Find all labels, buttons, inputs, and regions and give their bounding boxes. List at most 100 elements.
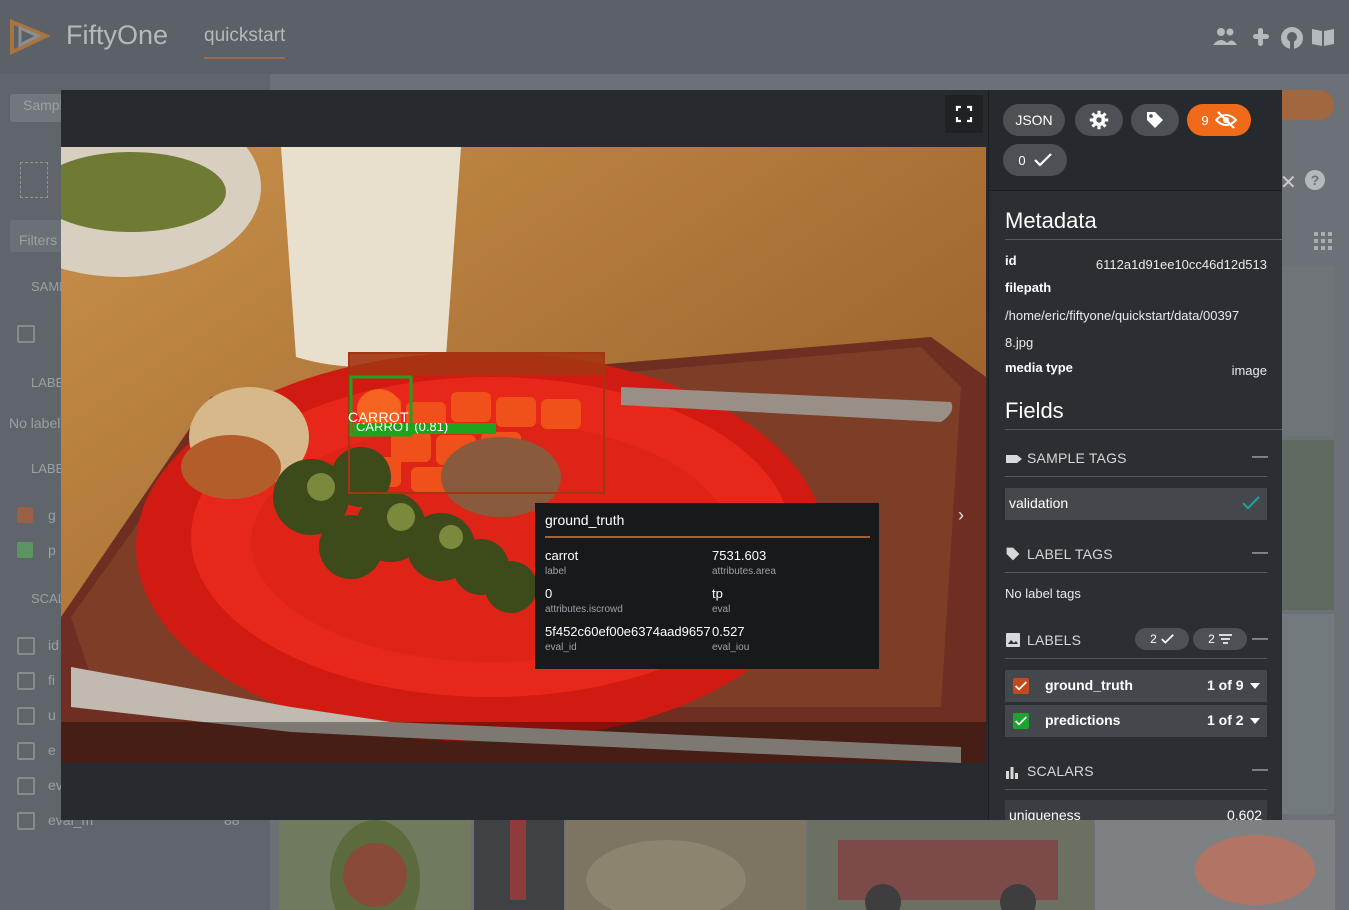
bg-checkbox[interactable] — [17, 812, 35, 830]
hidden-labels-button[interactable]: 9 — [1187, 104, 1251, 136]
bg-checkbox[interactable] — [17, 742, 35, 760]
bg-gt-checkbox[interactable] — [17, 507, 33, 523]
grid-thumbnail[interactable] — [1095, 820, 1335, 910]
bg-row-label: e — [48, 742, 56, 758]
collapse-labels-button[interactable]: — — [1252, 630, 1268, 648]
chevron-down-icon[interactable] — [1250, 718, 1260, 724]
docs-icon[interactable] — [1310, 26, 1336, 48]
bg-label-tags-header: LABE — [31, 375, 65, 390]
scalar-value: 0.602 — [1227, 807, 1263, 820]
sample-tag-label: validation — [1009, 495, 1069, 511]
bg-checkbox[interactable] — [17, 707, 35, 725]
samples-button[interactable]: Sampl — [23, 97, 63, 113]
selected-labels-button[interactable]: 0 — [1003, 144, 1067, 176]
image-icon — [1005, 632, 1021, 648]
next-sample-arrow-icon[interactable]: › — [958, 505, 964, 526]
bg-close-icon[interactable]: ✕ — [1280, 170, 1297, 195]
tooltip-key: attributes.iscrowd — [545, 604, 623, 615]
label-tooltip: ground_truth carrot label 7531.603 attri… — [535, 503, 879, 669]
bg-help-icon[interactable]: ? — [1305, 170, 1325, 190]
hidden-count: 9 — [1201, 112, 1209, 128]
settings-button[interactable] — [1075, 104, 1123, 136]
tooltip-value: tp — [712, 586, 723, 601]
bg-checkbox[interactable] — [17, 637, 35, 655]
bg-row-label: fi — [48, 672, 55, 688]
collapse-scalars-button[interactable]: — — [1252, 761, 1268, 779]
metadata-title: Metadata — [1005, 208, 1097, 233]
collapse-sample-tags-button[interactable]: — — [1252, 448, 1268, 466]
dataset-tab[interactable]: quickstart — [204, 25, 286, 59]
brand-name[interactable]: FiftyOne — [66, 20, 168, 51]
tag-icon — [1147, 112, 1163, 128]
grid-thumbnail[interactable] — [808, 820, 1093, 910]
tooltip-divider — [545, 536, 870, 538]
team-icon[interactable] — [1212, 26, 1238, 48]
metadata-key: media type — [1005, 360, 1073, 375]
fiftyone-logo-icon[interactable] — [8, 14, 52, 58]
divider — [1005, 476, 1267, 477]
tooltip-key: attributes.area — [712, 566, 776, 577]
filters-input[interactable]: Filters — [19, 232, 57, 248]
sample-image-viewer[interactable]: CARROT CARROT (0.81) › ground_truth carr… — [61, 147, 986, 763]
tooltip-title: ground_truth — [545, 512, 625, 528]
bg-row-label: u — [48, 707, 56, 723]
metadata-key: filepath — [1005, 280, 1052, 295]
bg-checkbox[interactable] — [17, 777, 35, 795]
prediction-box-label: CARROT (0.81) — [353, 423, 496, 434]
fields-title: Fields — [1005, 398, 1064, 423]
bg-checkbox[interactable] — [17, 672, 35, 690]
app-header: FiftyOne quickstart — [0, 0, 1349, 74]
labels-filtered-count: 2 — [1208, 632, 1215, 646]
gear-icon — [1089, 110, 1109, 130]
sample-tags-header[interactable]: SAMPLE TAGS — [1027, 450, 1127, 466]
tooltip-value: 0.527 — [712, 624, 745, 639]
label-tags-header[interactable]: LABEL TAGS — [1027, 546, 1113, 562]
divider — [1005, 789, 1267, 790]
divider — [1005, 239, 1282, 240]
labels-selected-count: 2 — [1150, 632, 1157, 646]
scalars-header[interactable]: SCALARS — [1027, 763, 1094, 779]
labels-header[interactable]: LABELS — [1027, 632, 1081, 648]
grid-thumbnail[interactable] — [566, 820, 806, 910]
grid-thumbnail[interactable] — [1282, 440, 1334, 610]
check-icon — [1015, 680, 1027, 692]
collapse-label-tags-button[interactable]: — — [1252, 544, 1268, 562]
slack-icon[interactable] — [1250, 26, 1272, 48]
label-tag-icon — [1005, 546, 1021, 562]
grid-thumbnail[interactable] — [474, 820, 564, 910]
check-icon — [1033, 153, 1052, 167]
sample-modal: CARROT CARROT (0.81) › ground_truth carr… — [61, 90, 1282, 820]
tooltip-key: eval_iou — [712, 642, 750, 653]
json-button[interactable]: JSON — [1003, 104, 1065, 136]
modal-sidebar: JSON 9 0 Metadata id 6112a1d91ee10cc46d1… — [988, 90, 1282, 820]
github-icon[interactable] — [1280, 26, 1304, 50]
bg-scalars-header: SCAL — [31, 591, 65, 606]
bg-pred-checkbox[interactable] — [17, 542, 33, 558]
eye-off-icon — [1214, 111, 1237, 129]
bg-no-label: No label — [9, 415, 61, 431]
label-field-name: ground_truth — [1045, 677, 1133, 693]
fullscreen-button[interactable] — [945, 95, 983, 133]
tooltip-value: carrot — [545, 548, 579, 563]
metadata-value: image — [1231, 363, 1267, 378]
grid-icon[interactable] — [1314, 232, 1332, 250]
labels-filter-pill[interactable]: 2 — [1193, 628, 1247, 650]
bg-checkbox[interactable] — [17, 325, 35, 343]
grid-thumbnail[interactable] — [1282, 266, 1334, 436]
chevron-down-icon[interactable] — [1250, 683, 1260, 689]
labels-selected-pill[interactable]: 2 — [1135, 628, 1189, 650]
filter-icon — [1218, 634, 1232, 644]
tag-button[interactable] — [1131, 104, 1179, 136]
grid-thumbnail[interactable] — [279, 820, 471, 910]
sidebar-toggle[interactable] — [20, 162, 48, 198]
metadata-value: 8.jpg — [1005, 335, 1034, 350]
grid-thumbnail[interactable] — [1282, 614, 1334, 814]
bg-pred-label: p — [48, 542, 56, 558]
bg-row-label: id — [48, 637, 59, 653]
divider — [1005, 429, 1282, 430]
bar-chart-icon — [1005, 765, 1019, 779]
tooltip-key: label — [545, 566, 567, 577]
tag-icon — [1005, 452, 1023, 466]
sidebar-actions: JSON 9 0 — [989, 90, 1282, 191]
tooltip-value: 7531.603 — [712, 548, 767, 563]
